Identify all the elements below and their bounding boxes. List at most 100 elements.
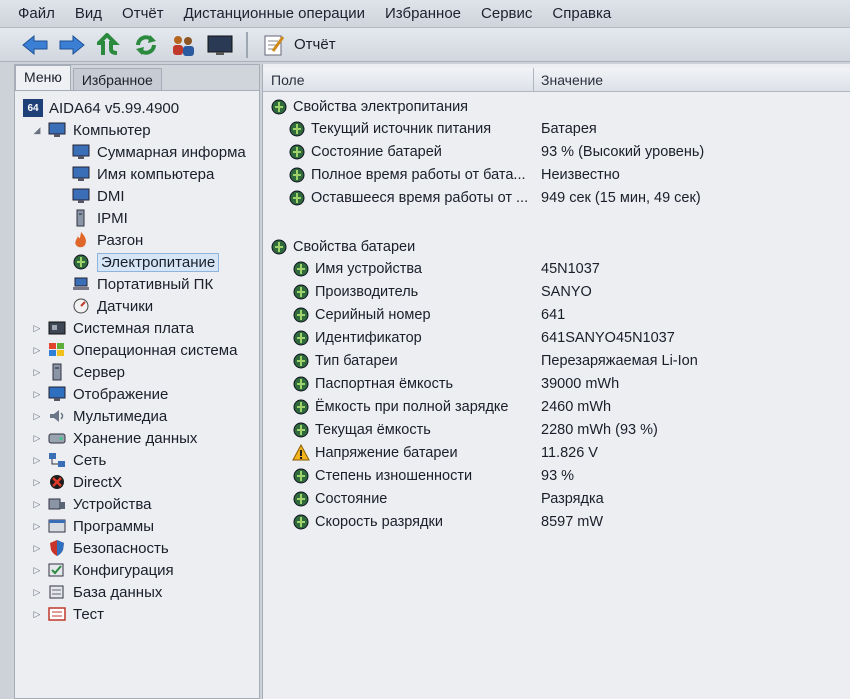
detail-row[interactable]: Состояние батарей — [287, 141, 442, 163]
expand-icon[interactable]: ▷ — [31, 543, 43, 554]
section-header[interactable]: Свойства батареи — [269, 236, 415, 258]
tree-item-computer-name[interactable]: Имя компьютера — [71, 163, 214, 185]
tree-item-programs[interactable]: ▷ Программы — [31, 515, 155, 537]
tree-item-label: Разгон — [97, 231, 144, 249]
detail-row[interactable]: Идентификатор — [291, 327, 422, 349]
tab-menu[interactable]: Меню — [15, 65, 71, 90]
menu-favorites[interactable]: Избранное — [385, 5, 461, 22]
tab-favorites[interactable]: Избранное — [72, 68, 162, 90]
server-tower-icon — [71, 209, 91, 227]
expand-icon[interactable]: ▷ — [31, 565, 43, 576]
shield-icon — [47, 539, 67, 557]
field-label: Свойства батареи — [293, 239, 416, 255]
expand-icon[interactable]: ▷ — [31, 389, 43, 400]
tree-item-display[interactable]: ▷ Отображение — [31, 383, 169, 405]
expand-icon[interactable]: ▷ — [31, 609, 43, 620]
field-value: SANYO — [541, 284, 592, 300]
tree-item-laptop[interactable]: Портативный ПК — [71, 273, 213, 295]
menu-remote[interactable]: Дистанционные операции — [184, 5, 365, 22]
detail-row[interactable]: Скорость разрядки — [291, 511, 443, 533]
tree-item-label: Отображение — [73, 385, 169, 403]
detail-row[interactable]: Тип батареи — [291, 350, 398, 372]
detail-row[interactable]: Степень изношенности — [291, 465, 472, 487]
back-arrow-icon[interactable] — [20, 31, 50, 59]
tree-item-network[interactable]: ▷ Сеть — [31, 449, 107, 471]
tree-item-devices[interactable]: ▷ Устройства — [31, 493, 152, 515]
expand-icon[interactable]: ▷ — [31, 499, 43, 510]
collapse-icon[interactable]: ◢ — [31, 125, 43, 136]
tree-root-label: AIDA64 v5.99.4900 — [49, 99, 180, 117]
column-divider[interactable] — [533, 68, 534, 92]
expand-icon[interactable]: ▷ — [31, 367, 43, 378]
tree-item-dmi[interactable]: DMI — [71, 185, 125, 207]
detail-row[interactable]: Состояние — [291, 488, 387, 510]
tree-item-multimedia[interactable]: ▷ Мультимедиа — [31, 405, 168, 427]
tree-item-directx[interactable]: ▷ DirectX — [31, 471, 123, 493]
tree-root[interactable]: 64 AIDA64 v5.99.4900 — [23, 97, 179, 119]
column-header-value[interactable]: Значение — [541, 72, 603, 88]
tree-item-database[interactable]: ▷ База данных — [31, 581, 163, 603]
expand-icon[interactable]: ▷ — [31, 323, 43, 334]
refresh-icon[interactable] — [131, 31, 161, 59]
detail-row[interactable]: Оставшееся время работы от ... — [287, 187, 528, 209]
detail-row[interactable]: Производитель — [291, 281, 418, 303]
tree-item-overclock[interactable]: Разгон — [71, 229, 143, 251]
tree-item-label: Системная плата — [73, 319, 194, 337]
column-header-field[interactable]: Поле — [271, 72, 305, 88]
tree-item-power[interactable]: Электропитание — [71, 251, 220, 273]
tree-item-summary[interactable]: Суммарная информа — [71, 141, 246, 163]
aida64-icon: 64 — [23, 99, 43, 117]
tree-item-motherboard[interactable]: ▷ Системная плата — [31, 317, 194, 339]
detail-row[interactable]: Серийный номер — [291, 304, 431, 326]
detail-row[interactable]: Ёмкость при полной зарядке — [291, 396, 509, 418]
warning-icon — [291, 444, 311, 462]
expand-icon[interactable]: ▷ — [31, 477, 43, 488]
tree-item-test[interactable]: ▷ Тест — [31, 603, 105, 625]
tree-item-security[interactable]: ▷ Безопасность — [31, 537, 169, 559]
expand-icon[interactable]: ▷ — [31, 345, 43, 356]
detail-row[interactable]: Паспортная ёмкость — [291, 373, 453, 395]
menu-service[interactable]: Сервис — [481, 5, 532, 22]
expand-icon[interactable]: ▷ — [31, 433, 43, 444]
tree-item-label: Программы — [73, 517, 155, 535]
power-plug-icon — [291, 467, 311, 485]
motherboard-icon — [47, 319, 67, 337]
up-arrow-icon[interactable] — [94, 31, 124, 59]
section-header[interactable]: Свойства электропитания — [269, 96, 468, 118]
computer-icon — [47, 121, 67, 139]
expand-icon[interactable]: ▷ — [31, 411, 43, 422]
field-value: 2460 mWh — [541, 399, 612, 415]
tree-item-os[interactable]: ▷ Операционная система — [31, 339, 238, 361]
detail-row[interactable]: Полное время работы от бата... — [287, 164, 526, 186]
tree-item-label: Безопасность — [73, 539, 169, 557]
tree-item-label: Конфигурация — [73, 561, 174, 579]
detail-row[interactable]: Текущий источник питания — [287, 118, 491, 140]
monitor-icon[interactable] — [205, 31, 235, 59]
expand-icon[interactable]: ▷ — [31, 587, 43, 598]
tree-item-server[interactable]: ▷ Сервер — [31, 361, 125, 383]
tree-item-sensors[interactable]: Датчики — [71, 295, 153, 317]
detail-row[interactable]: Напряжение батареи — [291, 442, 458, 464]
tree-item-computer[interactable]: ◢ Компьютер — [31, 119, 151, 141]
tree-item-config[interactable]: ▷ Конфигурация — [31, 559, 174, 581]
power-plug-icon — [287, 189, 307, 207]
menu-bar: Файл Вид Отчёт Дистанционные операции Из… — [0, 0, 850, 28]
power-plug-icon — [291, 306, 311, 324]
menu-help[interactable]: Справка — [552, 5, 611, 22]
tree-item-label: Портативный ПК — [97, 275, 214, 293]
menu-view[interactable]: Вид — [75, 5, 102, 22]
detail-row[interactable]: Текущая ёмкость — [291, 419, 431, 441]
expand-icon[interactable]: ▷ — [31, 455, 43, 466]
menu-report[interactable]: Отчёт — [122, 5, 164, 22]
report-button[interactable]: Отчёт — [258, 31, 336, 59]
detail-row[interactable]: Имя устройства — [291, 258, 422, 280]
devices-icon — [47, 495, 67, 513]
menu-file[interactable]: Файл — [18, 5, 55, 22]
windows-logo-icon — [47, 341, 67, 359]
tree-item-ipmi[interactable]: IPMI — [71, 207, 128, 229]
tree-item-storage[interactable]: ▷ Хранение данных — [31, 427, 198, 449]
power-plug-icon — [291, 490, 311, 508]
expand-icon[interactable]: ▷ — [31, 521, 43, 532]
forward-arrow-icon[interactable] — [57, 31, 87, 59]
users-icon[interactable] — [168, 31, 198, 59]
